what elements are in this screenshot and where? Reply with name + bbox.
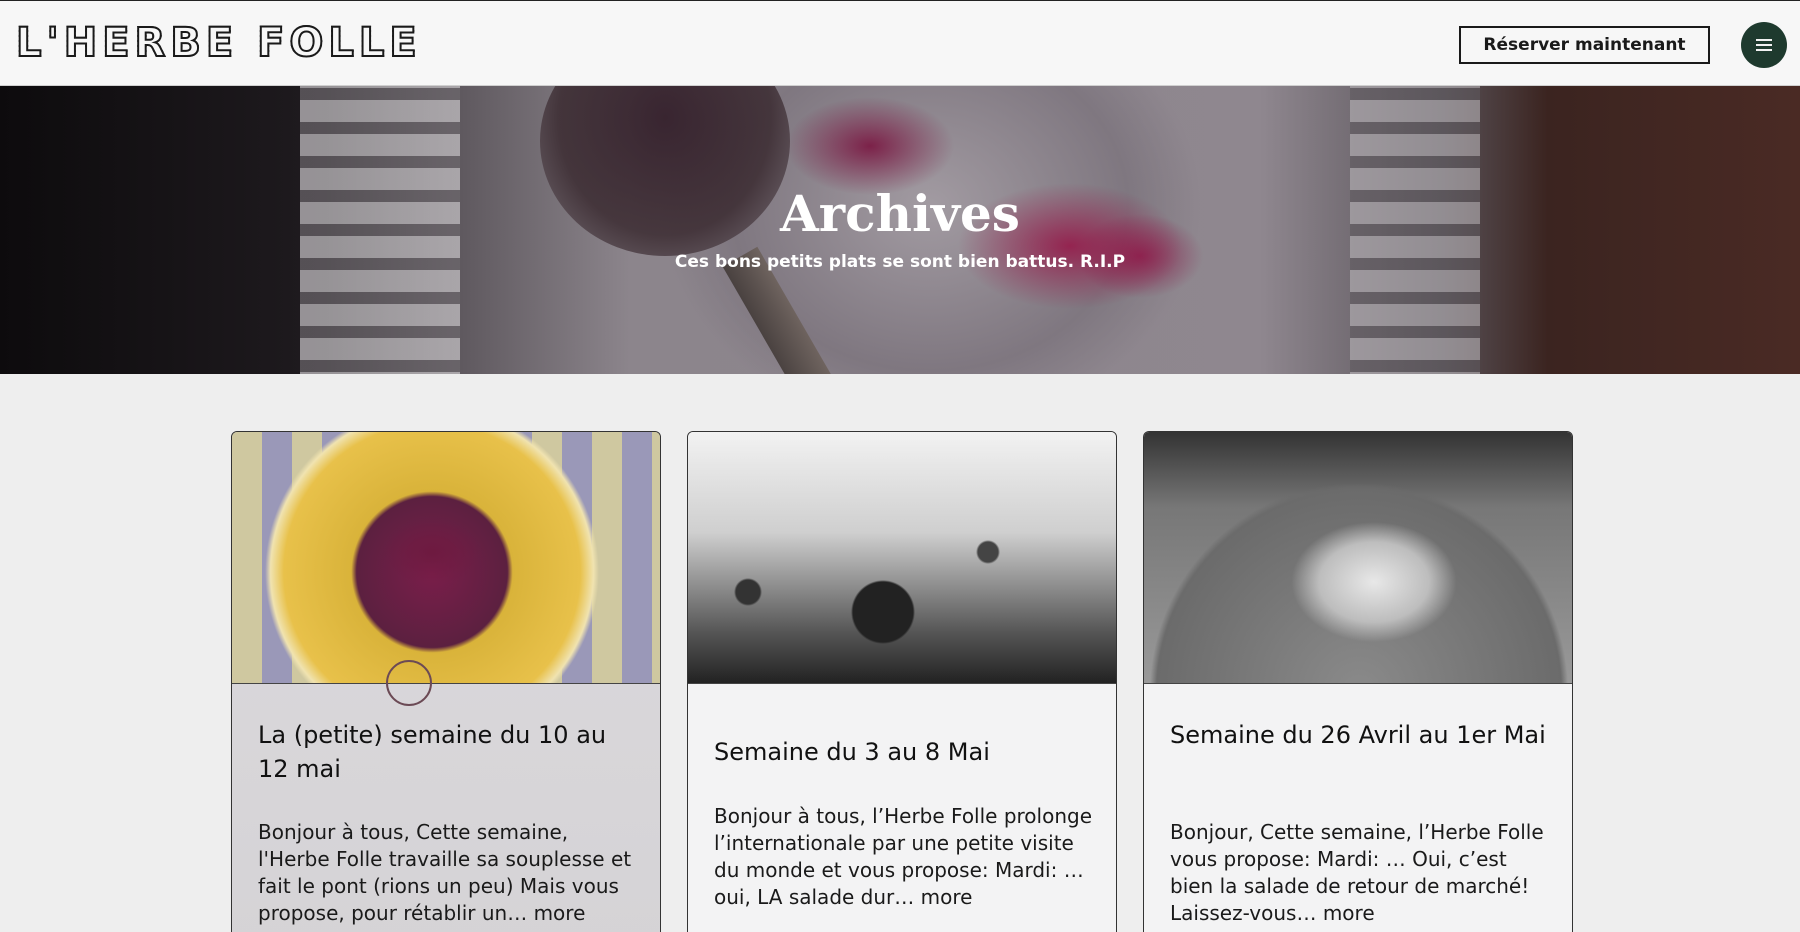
page-title: Archives bbox=[780, 184, 1020, 243]
post-card[interactable]: Semaine du 3 au 8 Mai Bonjour à tous, l’… bbox=[687, 431, 1117, 932]
post-title[interactable]: Semaine du 26 Avril au 1er Mai bbox=[1170, 718, 1550, 752]
read-more-link[interactable]: more bbox=[1323, 901, 1375, 925]
post-excerpt: Bonjour à tous, Cette semaine, l'Herbe F… bbox=[258, 819, 642, 927]
cursor-ring bbox=[386, 660, 432, 706]
post-title[interactable]: Semaine du 3 au 8 Mai bbox=[714, 735, 1094, 769]
page-subtitle: Ces bons petits plats se sont bien battu… bbox=[674, 252, 1126, 272]
hamburger-menu-icon bbox=[1756, 39, 1772, 51]
post-image-flowers[interactable] bbox=[688, 432, 1116, 684]
site-header: L'HERBE FOLLE Réserver maintenant bbox=[0, 0, 1800, 86]
post-excerpt: Bonjour à tous, l’Herbe Folle prolonge l… bbox=[714, 803, 1098, 911]
read-more-link[interactable]: more bbox=[534, 901, 586, 925]
post-excerpt: Bonjour, Cette semaine, l’Herbe Folle vo… bbox=[1170, 819, 1554, 927]
post-image-beet-salad[interactable] bbox=[232, 432, 660, 684]
post-card[interactable]: La (petite) semaine du 10 au 12 mai Bonj… bbox=[231, 431, 661, 932]
read-more-link[interactable]: more bbox=[921, 885, 973, 909]
site-logo[interactable]: L'HERBE FOLLE bbox=[15, 19, 422, 67]
menu-button[interactable] bbox=[1741, 22, 1787, 68]
post-title[interactable]: La (petite) semaine du 10 au 12 mai bbox=[258, 718, 638, 786]
post-image-cheese-dish[interactable] bbox=[1144, 432, 1572, 684]
post-excerpt-text: Bonjour à tous, l’Herbe Folle prolonge l… bbox=[714, 804, 1093, 909]
reserve-now-button[interactable]: Réserver maintenant bbox=[1459, 26, 1710, 64]
post-card[interactable]: Semaine du 26 Avril au 1er Mai Bonjour, … bbox=[1143, 431, 1573, 932]
hero-banner: Archives Ces bons petits plats se sont b… bbox=[0, 86, 1800, 374]
